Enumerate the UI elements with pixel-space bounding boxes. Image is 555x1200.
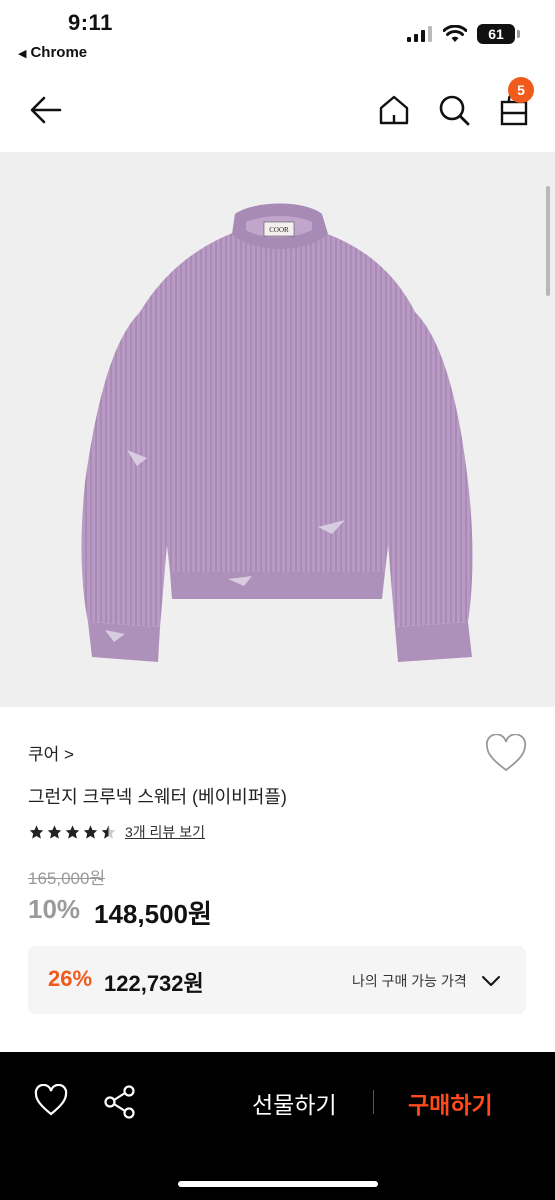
rating-stars: [28, 824, 117, 840]
product-title: 그런지 크루넥 스웨터 (베이비퍼플): [28, 787, 287, 807]
back-triangle-icon: ◀: [18, 48, 27, 60]
home-icon[interactable]: [376, 92, 412, 128]
share-icon[interactable]: [102, 1084, 138, 1120]
chevron-right-icon: >: [64, 745, 74, 764]
product-image[interactable]: COOR: [0, 152, 555, 707]
my-discount-percent: 26%: [48, 966, 93, 991]
home-indicator[interactable]: [178, 1181, 378, 1187]
review-link[interactable]: 3개 리뷰 보기: [125, 822, 205, 842]
image-scrollbar[interactable]: [546, 186, 550, 296]
sweater-illustration: COOR: [81, 203, 473, 662]
my-price: 122,732원: [104, 971, 204, 996]
search-icon[interactable]: [436, 92, 472, 128]
bottom-action-bar: [0, 1052, 555, 1200]
buy-button[interactable]: 구매하기: [408, 1086, 493, 1120]
star-half-icon: [101, 825, 116, 839]
brand-link[interactable]: 쿠어 >: [28, 740, 74, 765]
back-arrow-icon[interactable]: [28, 92, 64, 128]
status-icons: 61: [407, 24, 520, 44]
my-price-label[interactable]: 나의 구매 가능 가격: [352, 971, 467, 991]
wishlist-heart-icon[interactable]: [484, 734, 528, 774]
gift-button[interactable]: 선물하기: [252, 1086, 337, 1120]
status-time: 9:11: [68, 10, 113, 35]
rating: 3개 리뷰 보기: [28, 822, 205, 842]
battery-icon: 61: [477, 24, 520, 44]
wifi-icon: [443, 25, 467, 42]
star-icon: [83, 825, 98, 839]
original-price: 165,000원: [28, 869, 106, 888]
cart-count-badge: 5: [508, 77, 534, 103]
signal-icon: [407, 26, 432, 42]
brand-name: 쿠어: [28, 745, 60, 764]
star-icon: [29, 825, 44, 839]
garment-tag-text: COOR: [269, 226, 289, 234]
star-icon: [65, 825, 80, 839]
heart-icon[interactable]: [34, 1084, 68, 1118]
battery-level: 61: [488, 26, 504, 42]
back-to-app-link[interactable]: ◀ Chrome: [18, 44, 87, 61]
chevron-down-icon[interactable]: [480, 970, 502, 992]
back-app-label: Chrome: [30, 44, 88, 61]
star-icon: [47, 825, 62, 839]
bottom-divider: [373, 1090, 374, 1114]
sale-price: 148,500원: [94, 899, 212, 929]
discount-percent: 10%: [28, 894, 81, 924]
